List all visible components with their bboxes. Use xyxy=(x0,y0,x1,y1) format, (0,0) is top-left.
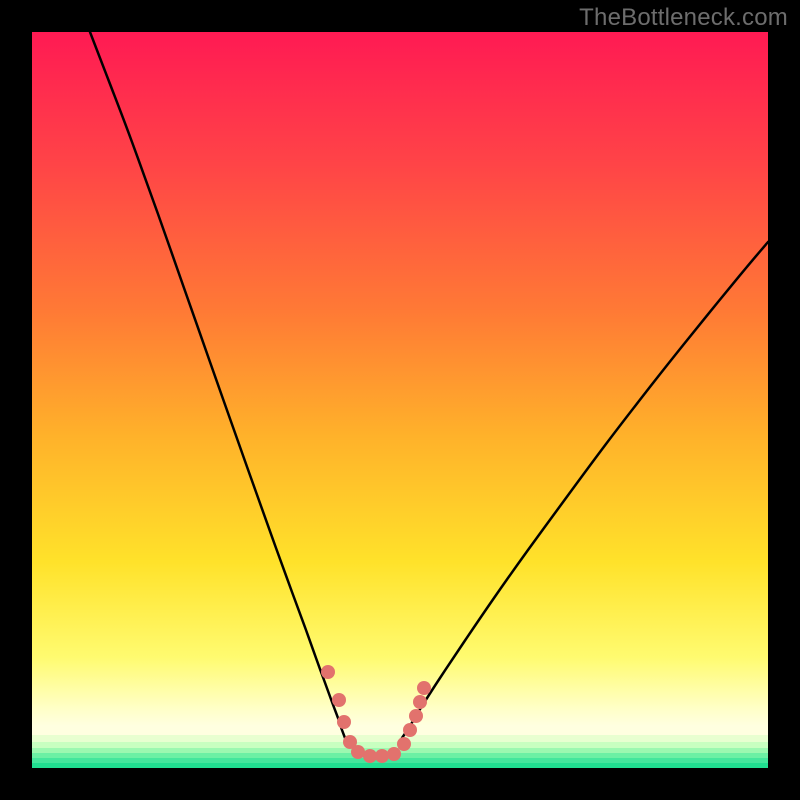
watermark-text: TheBottleneck.com xyxy=(579,4,788,32)
trough-dot xyxy=(337,715,351,729)
trough-dot xyxy=(409,709,423,723)
trough-dot xyxy=(413,695,427,709)
trough-dot xyxy=(351,745,365,759)
trough-dot xyxy=(417,681,431,695)
trough-dot xyxy=(387,747,401,761)
trough-dot xyxy=(403,723,417,737)
chart-frame: TheBottleneck.com xyxy=(0,0,800,800)
chart-svg xyxy=(32,32,768,768)
trough-dot xyxy=(363,749,377,763)
trough-dot xyxy=(375,749,389,763)
plot-area xyxy=(32,32,768,768)
trough-dot xyxy=(321,665,335,679)
trough-dot xyxy=(332,693,346,707)
left-curve-path xyxy=(90,32,345,738)
right-curve-path xyxy=(402,242,768,738)
trough-dot xyxy=(397,737,411,751)
